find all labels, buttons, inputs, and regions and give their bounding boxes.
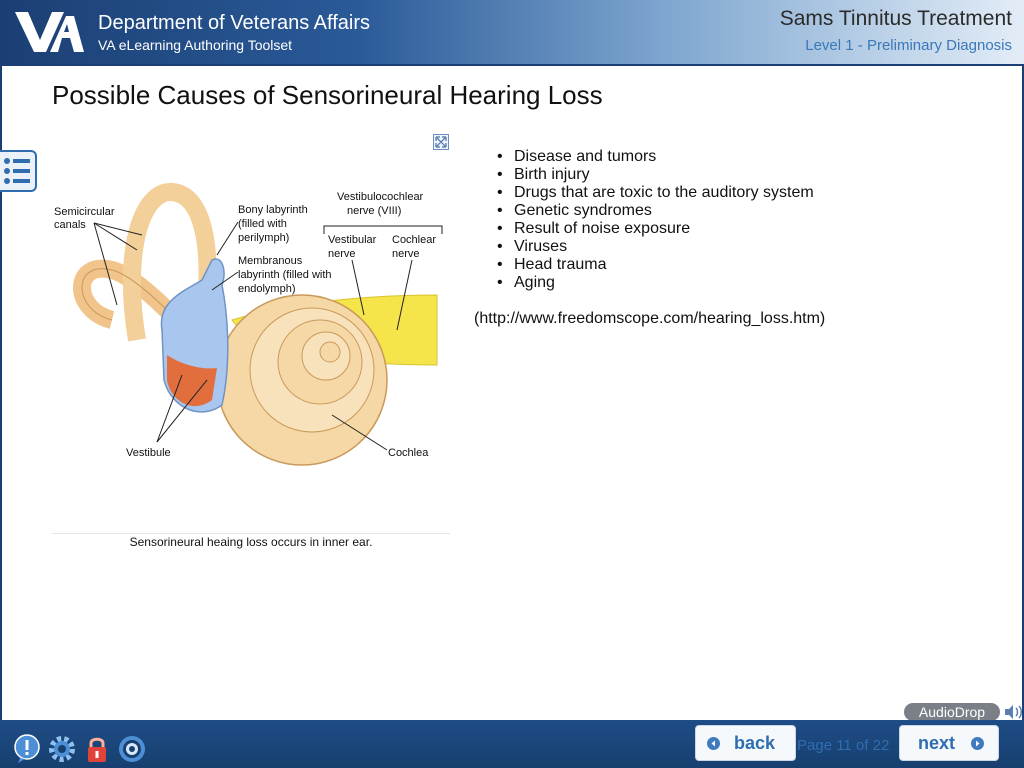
label-vestibulocochlear-1: Vestibulocochlear (337, 191, 424, 203)
label-bony-1: Bony labyrinth (238, 204, 308, 216)
list-item: Birth injury (497, 166, 814, 184)
next-arrow-icon (971, 736, 985, 750)
back-button[interactable]: back (695, 725, 796, 761)
target-icon[interactable] (117, 734, 147, 764)
label-semicircular-1: Semicircular (54, 206, 115, 218)
list-menu-icon (4, 158, 30, 184)
settings-gear-icon[interactable] (47, 734, 77, 764)
list-item: Genetic syndromes (497, 202, 814, 220)
inner-ear-diagram: Semicircular canals Bony labyrinth (fill… (52, 130, 450, 534)
page-counter: Page 11 of 22 (797, 737, 890, 754)
label-membranous-1: Membranous (238, 255, 303, 267)
lock-icon[interactable] (82, 734, 112, 764)
figure-caption: Sensorineural heaing loss occurs in inne… (129, 535, 373, 549)
label-membranous-3: endolymph) (238, 283, 295, 295)
page-title: Possible Causes of Sensorineural Hearing… (52, 80, 603, 110)
inner-ear-illustration: Semicircular canals Bony labyrinth (fill… (54, 183, 443, 466)
source-citation: (http://www.freedomscope.com/hearing_los… (474, 310, 826, 327)
label-semicircular-2: canals (54, 219, 86, 231)
list-item: Aging (497, 274, 814, 292)
label-bony-2: (filled with (238, 218, 287, 230)
header-banner: Department of Veterans Affairs VA eLearn… (0, 0, 1024, 66)
list-item: Head trauma (497, 256, 814, 274)
zoom-image-icon[interactable] (433, 134, 449, 150)
label-vestibulocochlear-2: nerve (VIII) (347, 205, 401, 217)
causes-list: Disease and tumors Birth injury Drugs th… (497, 148, 814, 292)
label-cochlear-nerve-2: nerve (392, 248, 420, 260)
va-logo-icon (15, 12, 84, 52)
label-cochlea: Cochlea (388, 447, 429, 459)
list-item: Drugs that are toxic to the auditory sys… (497, 184, 814, 202)
label-membranous-2: labyrinth (filled with (238, 269, 332, 281)
list-item: Disease and tumors (497, 148, 814, 166)
label-bony-3: perilymph) (238, 232, 289, 244)
next-button[interactable]: next (899, 725, 999, 761)
back-arrow-icon (707, 736, 720, 750)
label-vestibular-nerve-2: nerve (328, 248, 356, 260)
label-cochlear-nerve-1: Cochlear (392, 234, 436, 246)
course-level: Level 1 - Preliminary Diagnosis (805, 37, 1012, 54)
next-label: next (918, 732, 956, 753)
course-title: Sams Tinnitus Treatment (779, 7, 1012, 30)
department-title: Department of Veterans Affairs (98, 12, 371, 34)
list-item: Viruses (497, 238, 814, 256)
menu-toggle-button[interactable] (0, 150, 37, 192)
audiodrop-button[interactable]: AudioDrop (904, 703, 1000, 721)
label-vestibular-nerve-1: Vestibular (328, 234, 377, 246)
help-icon[interactable] (12, 734, 42, 764)
speaker-icon[interactable] (1003, 703, 1023, 721)
toolset-subtitle: VA eLearning Authoring Toolset (98, 37, 293, 53)
label-vestibule: Vestibule (126, 447, 171, 459)
list-item: Result of noise exposure (497, 220, 814, 238)
back-label: back (734, 732, 776, 753)
